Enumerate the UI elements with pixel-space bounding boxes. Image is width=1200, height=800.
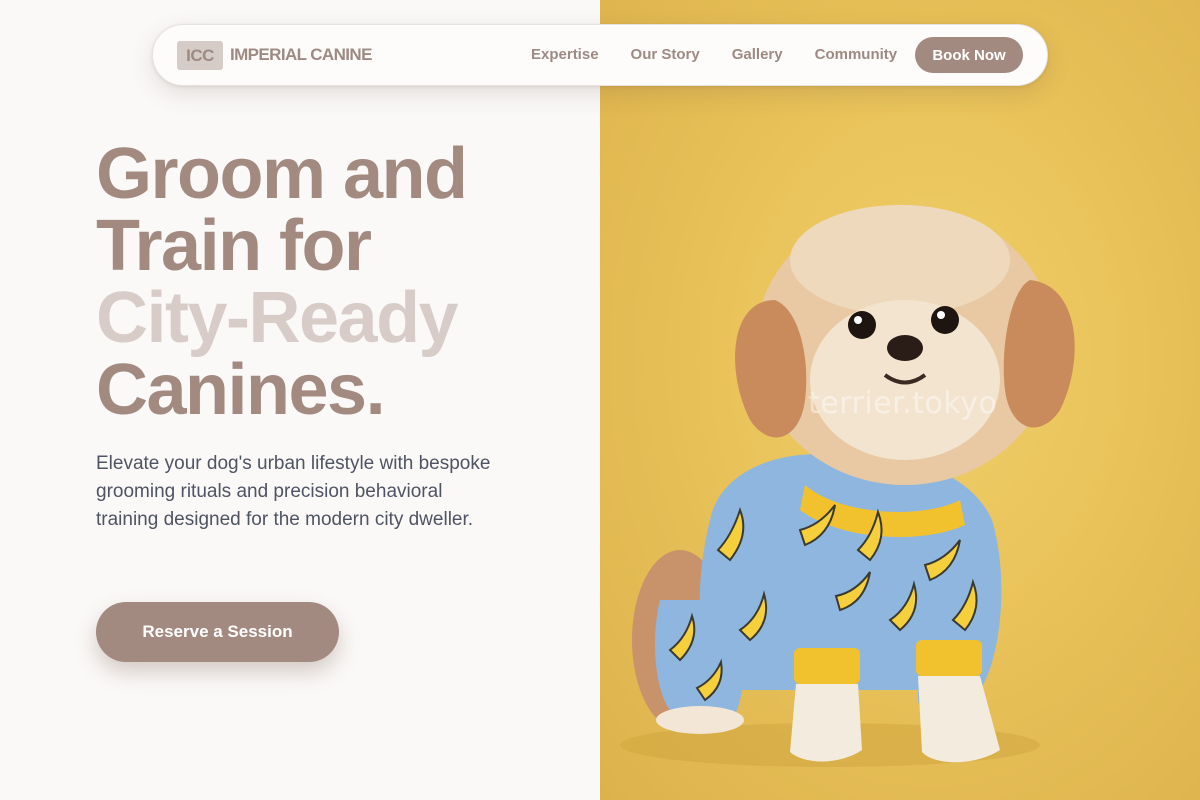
hero-title-line-4: Canines. [96,350,386,430]
brand-name[interactable]: IMPERIAL CANINE [230,45,372,65]
hero-title: Groom and Train for City-Ready Canines. [96,138,596,426]
nav-link-community[interactable]: Community [815,46,898,63]
hero-description: Elevate your dog's urban lifestyle with … [96,453,491,530]
logo-mark[interactable]: ICC [177,41,223,70]
image-watermark: terrier.tokyo [808,386,998,421]
nav-link-gallery[interactable]: Gallery [732,46,783,63]
nav-links: Expertise Our Story Gallery Community [531,46,897,63]
top-navigation: ICC IMPERIAL CANINE Expertise Our Story … [152,24,1048,86]
nav-link-our-story[interactable]: Our Story [631,46,700,63]
reserve-session-button[interactable]: Reserve a Session [96,602,339,662]
hero-title-highlight: City-Ready [96,278,459,358]
hero-title-line-1: Groom and [96,134,468,214]
hero-title-line-2: Train for [96,206,372,286]
book-now-button[interactable]: Book Now [915,37,1023,73]
nav-link-expertise[interactable]: Expertise [531,46,599,63]
